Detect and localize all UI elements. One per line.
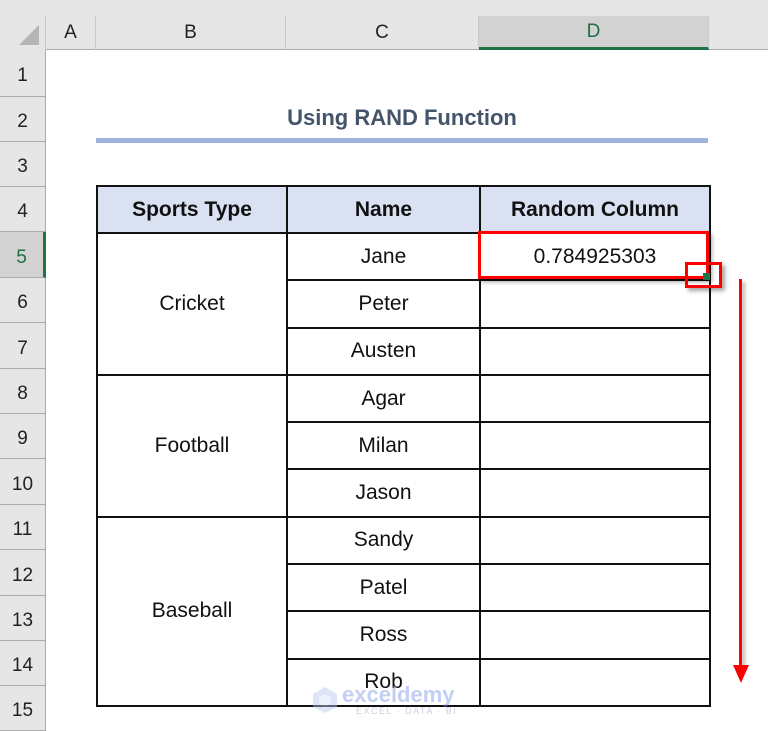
name-cell[interactable]: Peter: [286, 279, 481, 329]
arrow-down-icon: [733, 665, 749, 683]
select-all-button[interactable]: [0, 16, 46, 50]
row-header-10[interactable]: 10: [0, 459, 46, 505]
header-name[interactable]: Name: [286, 185, 481, 234]
sports-type-cell[interactable]: Football: [96, 373, 288, 518]
sports-type-cell[interactable]: Baseball: [96, 515, 288, 707]
row-header-1[interactable]: 1: [0, 50, 46, 97]
fill-handle-highlight: [685, 262, 722, 288]
sports-type-cell[interactable]: Cricket: [96, 232, 288, 376]
column-header-d[interactable]: D: [479, 16, 709, 50]
name-cell[interactable]: Agar: [286, 373, 481, 424]
row-header-8[interactable]: 8: [0, 369, 46, 414]
random-value-cell[interactable]: [479, 421, 711, 471]
row-header-6[interactable]: 6: [0, 278, 46, 323]
random-value-cell[interactable]: [479, 279, 711, 329]
row-header-4[interactable]: 4: [0, 187, 46, 232]
row-header-5[interactable]: 5: [0, 232, 46, 278]
row-header-13[interactable]: 13: [0, 596, 46, 641]
name-cell[interactable]: Sandy: [286, 515, 481, 566]
random-value-cell[interactable]: [479, 563, 711, 613]
column-header-b[interactable]: B: [96, 16, 286, 50]
column-header-c[interactable]: C: [286, 16, 479, 50]
header-random-column[interactable]: Random Column: [479, 185, 711, 234]
row-header-3[interactable]: 3: [0, 142, 46, 187]
exceldemy-logo-icon: [313, 687, 337, 713]
random-value-cell[interactable]: [479, 657, 711, 707]
row-header-14[interactable]: 14: [0, 641, 46, 686]
row-header-9[interactable]: 9: [0, 414, 46, 459]
random-value-cell[interactable]: [479, 515, 711, 566]
column-header-a[interactable]: A: [46, 16, 96, 50]
random-value-cell[interactable]: [479, 468, 711, 518]
name-cell[interactable]: Austen: [286, 326, 481, 376]
select-all-triangle-icon: [19, 25, 39, 45]
row-header-2[interactable]: 2: [0, 97, 46, 142]
name-cell[interactable]: Ross: [286, 610, 481, 660]
top-band: [0, 0, 768, 16]
name-cell[interactable]: Patel: [286, 563, 481, 613]
table-row: Football Agar: [96, 373, 711, 518]
name-cell[interactable]: Milan: [286, 421, 481, 471]
name-cell[interactable]: Jason: [286, 468, 481, 518]
title-underline: [96, 138, 708, 143]
watermark: exceldemy EXCEL · DATA · BI: [312, 682, 472, 720]
row-header-15[interactable]: 15: [0, 686, 46, 731]
drag-down-arrow-line: [739, 279, 742, 669]
name-cell[interactable]: Jane: [286, 231, 481, 282]
random-value-cell[interactable]: [479, 610, 711, 660]
header-sports-type[interactable]: Sports Type: [96, 185, 288, 234]
watermark-name: exceldemy: [342, 682, 455, 707]
table-row: Baseball Sandy: [96, 515, 711, 707]
sheet-title[interactable]: Using RAND Function: [96, 100, 708, 136]
table-header-row: Sports Type Name Random Column: [96, 185, 711, 234]
watermark-tagline: EXCEL · DATA · BI: [356, 706, 458, 716]
row-header-12[interactable]: 12: [0, 550, 46, 596]
random-value-cell[interactable]: [479, 326, 711, 376]
row-header-11[interactable]: 11: [0, 505, 46, 550]
selected-cell-highlight: [478, 231, 709, 279]
random-value-cell[interactable]: [479, 373, 711, 424]
row-header-7[interactable]: 7: [0, 323, 46, 369]
